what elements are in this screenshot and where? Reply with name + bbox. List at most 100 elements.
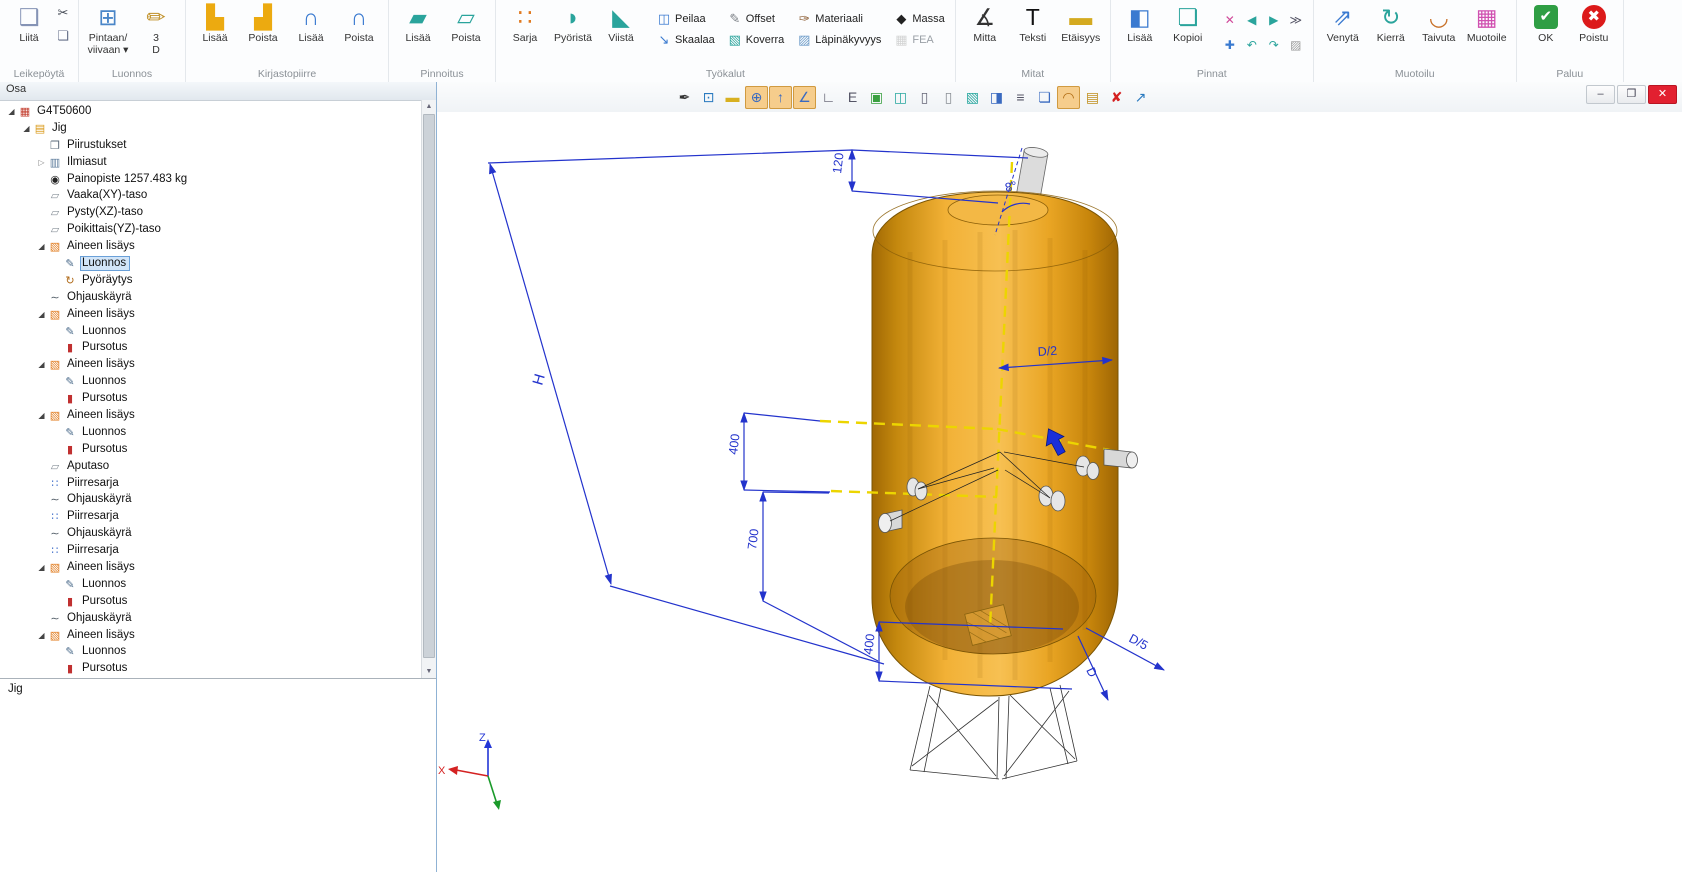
ok-button[interactable]: ✔OK [1522,2,1570,46]
tree-item[interactable]: ▮Pursotus [0,390,421,407]
tree-item[interactable]: ✎Luonnos [0,373,421,390]
tree-item[interactable]: ◉Painopiste 1257.483 kg [0,171,421,188]
select-target-icon[interactable]: ⊡ [697,86,720,109]
viewport[interactable]: H 120 8° D/2 400 700 400 D/5 D Z X ✒⊡▬⊕↑… [437,82,1682,872]
tree-item[interactable]: ∷Piirresarja [0,475,421,492]
tree-item[interactable]: ∼Ohjauskäyrä [0,491,421,508]
collapse-icon[interactable]: ◢ [36,242,47,251]
surface-delete-icon[interactable]: ✕ [1220,10,1240,30]
surface-rotate-right-icon[interactable]: ↷ [1264,35,1284,55]
tree-item[interactable]: ✎Luonnos [0,323,421,340]
export-view-icon[interactable]: ↗ [1129,86,1152,109]
fea-button[interactable]: ▦FEA [890,29,947,50]
tree-item[interactable]: ▱Poikittais(YZ)-taso [0,221,421,238]
copy-surface-button[interactable]: ❏Kopioi [1164,2,1212,46]
distance-button[interactable]: ▬Etäisyys [1057,2,1105,46]
dim-400-lower-label[interactable]: 400 [861,633,877,655]
tree-item[interactable]: ↻Pyöräytys [0,272,421,289]
ruler-icon[interactable]: ▬ [721,86,744,109]
paste-button[interactable]: ❑Liitä [5,2,53,46]
tree-item[interactable]: ∼Ohjauskäyrä [0,525,421,542]
close-button[interactable]: ✕ [1648,85,1677,104]
snap-point-icon[interactable]: ⊕ [745,86,768,109]
add-surface-button[interactable]: ◧Lisää [1116,2,1164,46]
expand-icon[interactable]: ▷ [36,158,47,167]
tree-item[interactable]: ◢▤Jig [0,120,421,137]
surface-shift-left-icon[interactable]: ◀ [1242,10,1262,30]
to-surface-line-button[interactable]: ⊞Pintaan/ viivaan ▾ [84,2,132,57]
pin-icon[interactable]: ✒ [673,86,696,109]
tree-item[interactable]: ∷Piirresarja [0,508,421,525]
list-icon[interactable]: ≡ [1009,86,1032,109]
tree-item[interactable]: ▱Aputaso [0,458,421,475]
tree-item[interactable]: ◢▧Aineen lisäys [0,407,421,424]
fillet-button[interactable]: ◗Pyöristä [549,2,597,46]
3d-scene[interactable]: H 120 8° D/2 400 700 400 D/5 D Z X [437,82,1682,872]
chamfer-button[interactable]: ◣Viistä [597,2,645,46]
mirror-button[interactable]: ◫Peilaa [653,8,718,29]
tree-item[interactable]: ✎Luonnos [0,576,421,593]
view-shade-icon[interactable]: ▧ [961,86,984,109]
maximize-button[interactable]: ❐ [1617,85,1646,104]
vessel-model[interactable] [872,191,1118,696]
tree-item[interactable]: ▮Pursotus [0,660,421,677]
series-button[interactable]: ∷Sarja [501,2,549,46]
snap-axis-icon[interactable]: ↑ [769,86,792,109]
view-plane-icon[interactable]: ▯ [913,86,936,109]
collapse-icon[interactable]: ◢ [21,124,32,133]
measure-button[interactable]: ∡Mitta [961,2,1009,46]
collapse-icon[interactable]: ◢ [36,563,47,572]
view-cube-icon[interactable]: ◨ [985,86,1008,109]
dim-d2-label[interactable]: D/2 [1037,344,1057,359]
morph-button[interactable]: ▦Muotoile [1463,2,1511,46]
offset-button[interactable]: ✎Offset [724,8,788,29]
bend-button[interactable]: ◡Taivuta [1415,2,1463,46]
add-coating-button[interactable]: ▰Lisää [394,2,442,46]
tree-item[interactable]: ∼Ohjauskäyrä [0,289,421,306]
tree-item[interactable]: ∷Piirresarja [0,542,421,559]
scroll-up-icon[interactable]: ▲ [422,100,436,113]
dim-400-upper-label[interactable]: 400 [726,433,742,455]
dim-120-label[interactable]: 120 [830,152,846,174]
minimize-button[interactable]: – [1586,85,1615,104]
drawer-icon[interactable]: ▤ [1081,86,1104,109]
mass-button[interactable]: ◆Massa [890,8,947,29]
tree-item[interactable]: ∼Ohjauskäyrä [0,610,421,627]
surface-tool-icon[interactable]: ◠ [1057,86,1080,109]
scale-button[interactable]: ↘Skaalaa [653,29,718,50]
tree-scrollbar[interactable]: ▲ ▼ [421,100,436,678]
stretch-button[interactable]: ⇗Venytä [1319,2,1367,46]
view-style-icon[interactable]: ▣ [865,86,888,109]
exit-button[interactable]: ✖Poistu [1570,2,1618,46]
remove-feature-button[interactable]: ▟Poista [239,2,287,46]
add-feature-button[interactable]: ▙Lisää [191,2,239,46]
tree-item[interactable]: ▮Pursotus [0,593,421,610]
material-button[interactable]: ✑Materiaali [793,8,884,29]
sketch-3d-button[interactable]: ✏3 D [132,2,180,57]
dim-h-label[interactable]: H [530,372,549,387]
surface-trim-icon[interactable]: ▨ [1286,35,1306,55]
tree-item[interactable]: ◢▦G4T50600 [0,103,421,120]
scrollbar-thumb[interactable] [423,114,435,658]
tree-item[interactable]: ◢▧Aineen lisäys [0,559,421,576]
text-button[interactable]: TTeksti [1009,2,1057,46]
tree-item[interactable]: ✎Luonnos [0,255,421,272]
concave-button[interactable]: ▧Koverra [724,29,788,50]
tree-item[interactable]: ◢▧Aineen lisäys [0,356,421,373]
copy-button[interactable]: ❏ [53,28,73,44]
surface-rotate-left-icon[interactable]: ↶ [1242,35,1262,55]
remove-coating-button[interactable]: ▱Poista [442,2,490,46]
snap-plane-icon[interactable]: ∟ [817,86,840,109]
tree-item[interactable]: ❐Piirustukset [0,137,421,154]
snap-level-icon[interactable]: E [841,86,864,109]
add-library-part-button[interactable]: ∩Lisää [287,2,335,46]
cut-button[interactable]: ✂ [53,5,73,21]
transparency-button[interactable]: ▨Läpinäkyvyys [793,29,884,50]
twist-button[interactable]: ↻Kierrä [1367,2,1415,46]
delete-view-icon[interactable]: ✘ [1105,86,1128,109]
layers-icon[interactable]: ❏ [1033,86,1056,109]
tree-item[interactable]: ◢▧Aineen lisäys [0,306,421,323]
surface-shift-right-icon[interactable]: ▶ [1264,10,1284,30]
surface-extend-icon[interactable]: ≫ [1286,10,1306,30]
collapse-icon[interactable]: ◢ [6,107,17,116]
